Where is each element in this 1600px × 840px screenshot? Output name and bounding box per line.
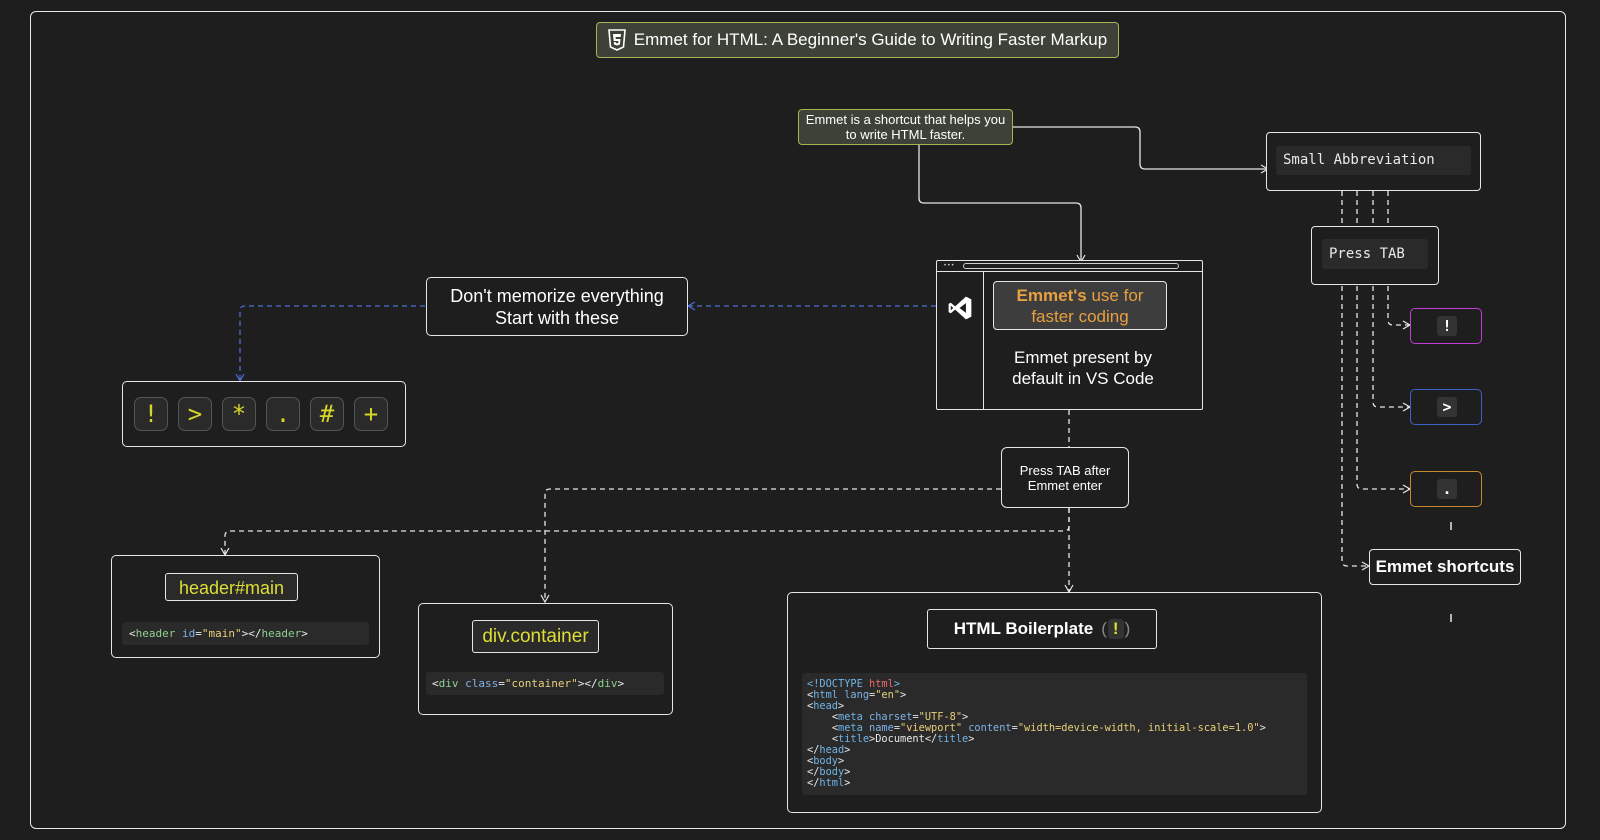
symbol-chip: + bbox=[354, 397, 388, 431]
window-titlebar: • • • bbox=[937, 261, 1202, 272]
header-abbr: header#main bbox=[165, 573, 298, 601]
memorize-box: Don't memorize everything Start with the… bbox=[426, 277, 688, 336]
shortcut-box: > bbox=[1410, 389, 1482, 425]
html5-icon bbox=[607, 29, 626, 51]
boilerplate-symbol: (!) bbox=[1101, 619, 1131, 639]
shortcut-symbol: ! bbox=[1437, 316, 1457, 336]
shortcut-symbol: . bbox=[1437, 479, 1457, 499]
wire-to-div bbox=[540, 488, 1001, 604]
vscode-sidebar bbox=[937, 272, 984, 409]
emmet-shortcuts-box: Emmet shortcuts bbox=[1369, 549, 1521, 585]
wire-note-to-abbr bbox=[1013, 126, 1270, 174]
wire-note-to-vscode bbox=[918, 145, 1086, 264]
press-tab-after-line1: Press TAB after bbox=[1019, 463, 1111, 478]
emmet-brand: Emmet's bbox=[1016, 286, 1087, 305]
address-bar bbox=[963, 263, 1179, 269]
press-tab-after-box: Press TAB after Emmet enter bbox=[1001, 447, 1129, 508]
boilerplate-heading-box: HTML Boilerplate (!) bbox=[927, 609, 1157, 649]
press-tab-after-line2: Emmet enter bbox=[1027, 478, 1103, 493]
shortcut-symbol: > bbox=[1437, 397, 1457, 417]
symbol-chip: ! bbox=[134, 397, 168, 431]
press-tab-label: Press TAB bbox=[1322, 239, 1428, 269]
intro-note: Emmet is a shortcut that helps you to wr… bbox=[798, 109, 1013, 145]
div-abbr: div.container bbox=[472, 620, 599, 653]
symbol-chip: . bbox=[266, 397, 300, 431]
symbols-box: ! > *. # + bbox=[122, 381, 406, 447]
vscode-body-text: Emmet present by default in VS Code bbox=[1012, 348, 1154, 388]
small-abbr-label: Small Abbreviation bbox=[1276, 146, 1471, 175]
shortcut-box: ! bbox=[1410, 308, 1482, 344]
emmet-highlight-box: Emmet's use for faster coding bbox=[993, 281, 1167, 330]
page-title: Emmet for HTML: A Beginner's Guide to Wr… bbox=[596, 22, 1119, 58]
wire-tab-to-gt bbox=[1372, 286, 1412, 412]
press-tab-card: Press TAB bbox=[1311, 226, 1439, 285]
div-code: <div class="container"></div> bbox=[426, 672, 664, 695]
boilerplate-code-text: <!DOCTYPE html> <html lang="en"> <head> … bbox=[807, 678, 1266, 789]
page-title-text: Emmet for HTML: A Beginner's Guide to Wr… bbox=[633, 30, 1108, 49]
wire-tab-to-dot bbox=[1356, 286, 1412, 494]
memorize-line2: Start with these bbox=[494, 308, 620, 328]
boilerplate-heading: HTML Boilerplate bbox=[953, 619, 1094, 638]
window-dots: • • • bbox=[944, 263, 954, 269]
wire-memorize-to-symbols bbox=[235, 305, 425, 383]
header-example-card: header#main <header id="main"></header> bbox=[111, 555, 380, 658]
vscode-card: • • • Emmet's use for faster coding Emme… bbox=[936, 260, 1203, 410]
boilerplate-code: <!DOCTYPE html> <html lang="en"> <head> … bbox=[802, 673, 1307, 795]
vscode-logo-icon bbox=[948, 296, 972, 320]
symbol-chip: # bbox=[310, 397, 344, 431]
small-abbr-card: Small Abbreviation bbox=[1266, 132, 1481, 191]
wire-tab-to-shortcuts bbox=[1341, 286, 1371, 571]
emmet-shortcuts-label: Emmet shortcuts bbox=[1375, 557, 1515, 576]
symbol-chip: > bbox=[178, 397, 212, 431]
boilerplate-card: HTML Boilerplate (!) <!DOCTYPE html> <ht… bbox=[787, 592, 1322, 813]
wire-tab-to-bang bbox=[1387, 286, 1412, 330]
shortcut-box: . bbox=[1410, 471, 1482, 507]
wire-to-header bbox=[220, 508, 1070, 557]
div-example-card: div.container <div class="container"></d… bbox=[418, 603, 673, 715]
symbol-chip: * bbox=[222, 397, 256, 431]
header-code: <header id="main"></header> bbox=[122, 622, 369, 645]
memorize-line1: Don't memorize everything bbox=[450, 286, 664, 306]
